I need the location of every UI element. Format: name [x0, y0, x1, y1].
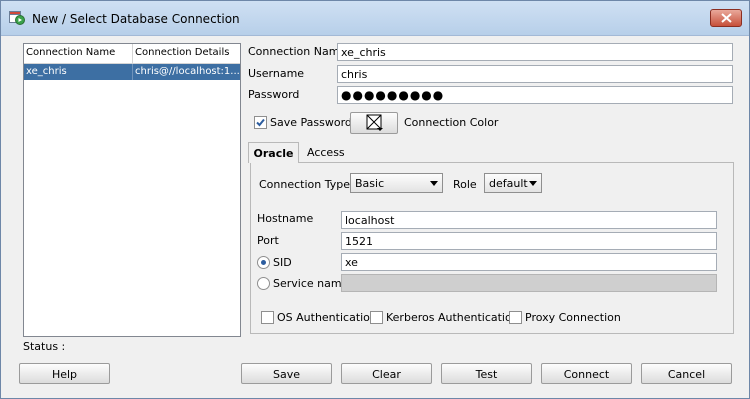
username-input[interactable]: chris [337, 65, 733, 83]
cancel-button[interactable]: Cancel [641, 363, 732, 384]
sid-radio[interactable] [257, 256, 270, 269]
service-name-input[interactable] [341, 274, 717, 292]
connection-type-select[interactable]: Basic [350, 173, 443, 193]
sid-label[interactable]: SID [273, 256, 292, 269]
proxy-connection-checkbox[interactable] [509, 311, 522, 324]
connect-button[interactable]: Connect [541, 363, 632, 384]
status-label: Status : [23, 340, 66, 353]
column-header-connection-name[interactable]: Connection Name [26, 47, 115, 58]
title-bar[interactable]: New / Select Database Connection [1, 1, 749, 36]
list-row-xe-chris[interactable]: xe_chris chris@//localhost:1... [24, 64, 240, 80]
connection-list[interactable]: Connection Name Connection Details xe_ch… [23, 43, 241, 337]
connection-name-input[interactable]: xe_chris [337, 43, 733, 61]
chevron-down-icon [430, 181, 438, 186]
port-input[interactable]: 1521 [341, 232, 717, 250]
chevron-down-icon [529, 181, 537, 186]
row-connection-name: xe_chris [26, 66, 67, 77]
close-icon [721, 13, 732, 23]
connection-name-label: Connection Name [248, 45, 347, 58]
test-button[interactable]: Test [441, 363, 532, 384]
tab-oracle[interactable]: Oracle [248, 142, 299, 163]
password-input[interactable]: ●●●●●●●●● [337, 86, 733, 104]
dialog-window: New / Select Database Connection Connect… [0, 0, 750, 399]
row-connection-details: chris@//localhost:1... [135, 66, 239, 77]
username-label: Username [248, 67, 305, 80]
window-title: New / Select Database Connection [32, 12, 240, 26]
hostname-input[interactable]: localhost [341, 211, 717, 229]
role-select[interactable]: default [484, 173, 542, 193]
proxy-connection-label[interactable]: Proxy Connection [525, 311, 621, 324]
connection-color-label: Connection Color [404, 116, 499, 129]
role-label: Role [453, 178, 477, 191]
save-password-label[interactable]: Save Password [270, 116, 352, 129]
column-header-connection-details[interactable]: Connection Details [135, 47, 229, 58]
connection-type-label: Connection Type [259, 178, 351, 191]
checkmark-icon [256, 118, 265, 127]
sid-input[interactable]: xe [341, 253, 717, 271]
clear-button[interactable]: Clear [341, 363, 432, 384]
hostname-label: Hostname [257, 212, 314, 225]
kerberos-authentication-label[interactable]: Kerberos Authentication [386, 311, 519, 324]
connection-type-value: Basic [355, 177, 385, 190]
os-authentication-label[interactable]: OS Authentication [277, 311, 377, 324]
port-label: Port [257, 234, 279, 247]
password-label: Password [248, 88, 300, 101]
row-divider [132, 64, 133, 80]
column-divider[interactable] [132, 44, 133, 63]
kerberos-authentication-checkbox[interactable] [370, 311, 383, 324]
service-name-label[interactable]: Service name [273, 277, 348, 290]
save-password-checkbox[interactable] [254, 116, 267, 129]
role-value: default [489, 177, 528, 190]
os-authentication-checkbox[interactable] [261, 311, 274, 324]
radio-selected-dot [261, 260, 266, 265]
tab-access[interactable]: Access [307, 146, 345, 159]
help-button[interactable]: Help [19, 363, 110, 384]
database-connection-icon [9, 11, 25, 25]
close-button[interactable] [710, 9, 742, 27]
connection-color-button[interactable] [350, 112, 398, 134]
service-name-radio[interactable] [257, 277, 270, 290]
list-header: Connection Name Connection Details [24, 44, 240, 64]
no-color-icon [366, 114, 383, 131]
save-button[interactable]: Save [241, 363, 332, 384]
